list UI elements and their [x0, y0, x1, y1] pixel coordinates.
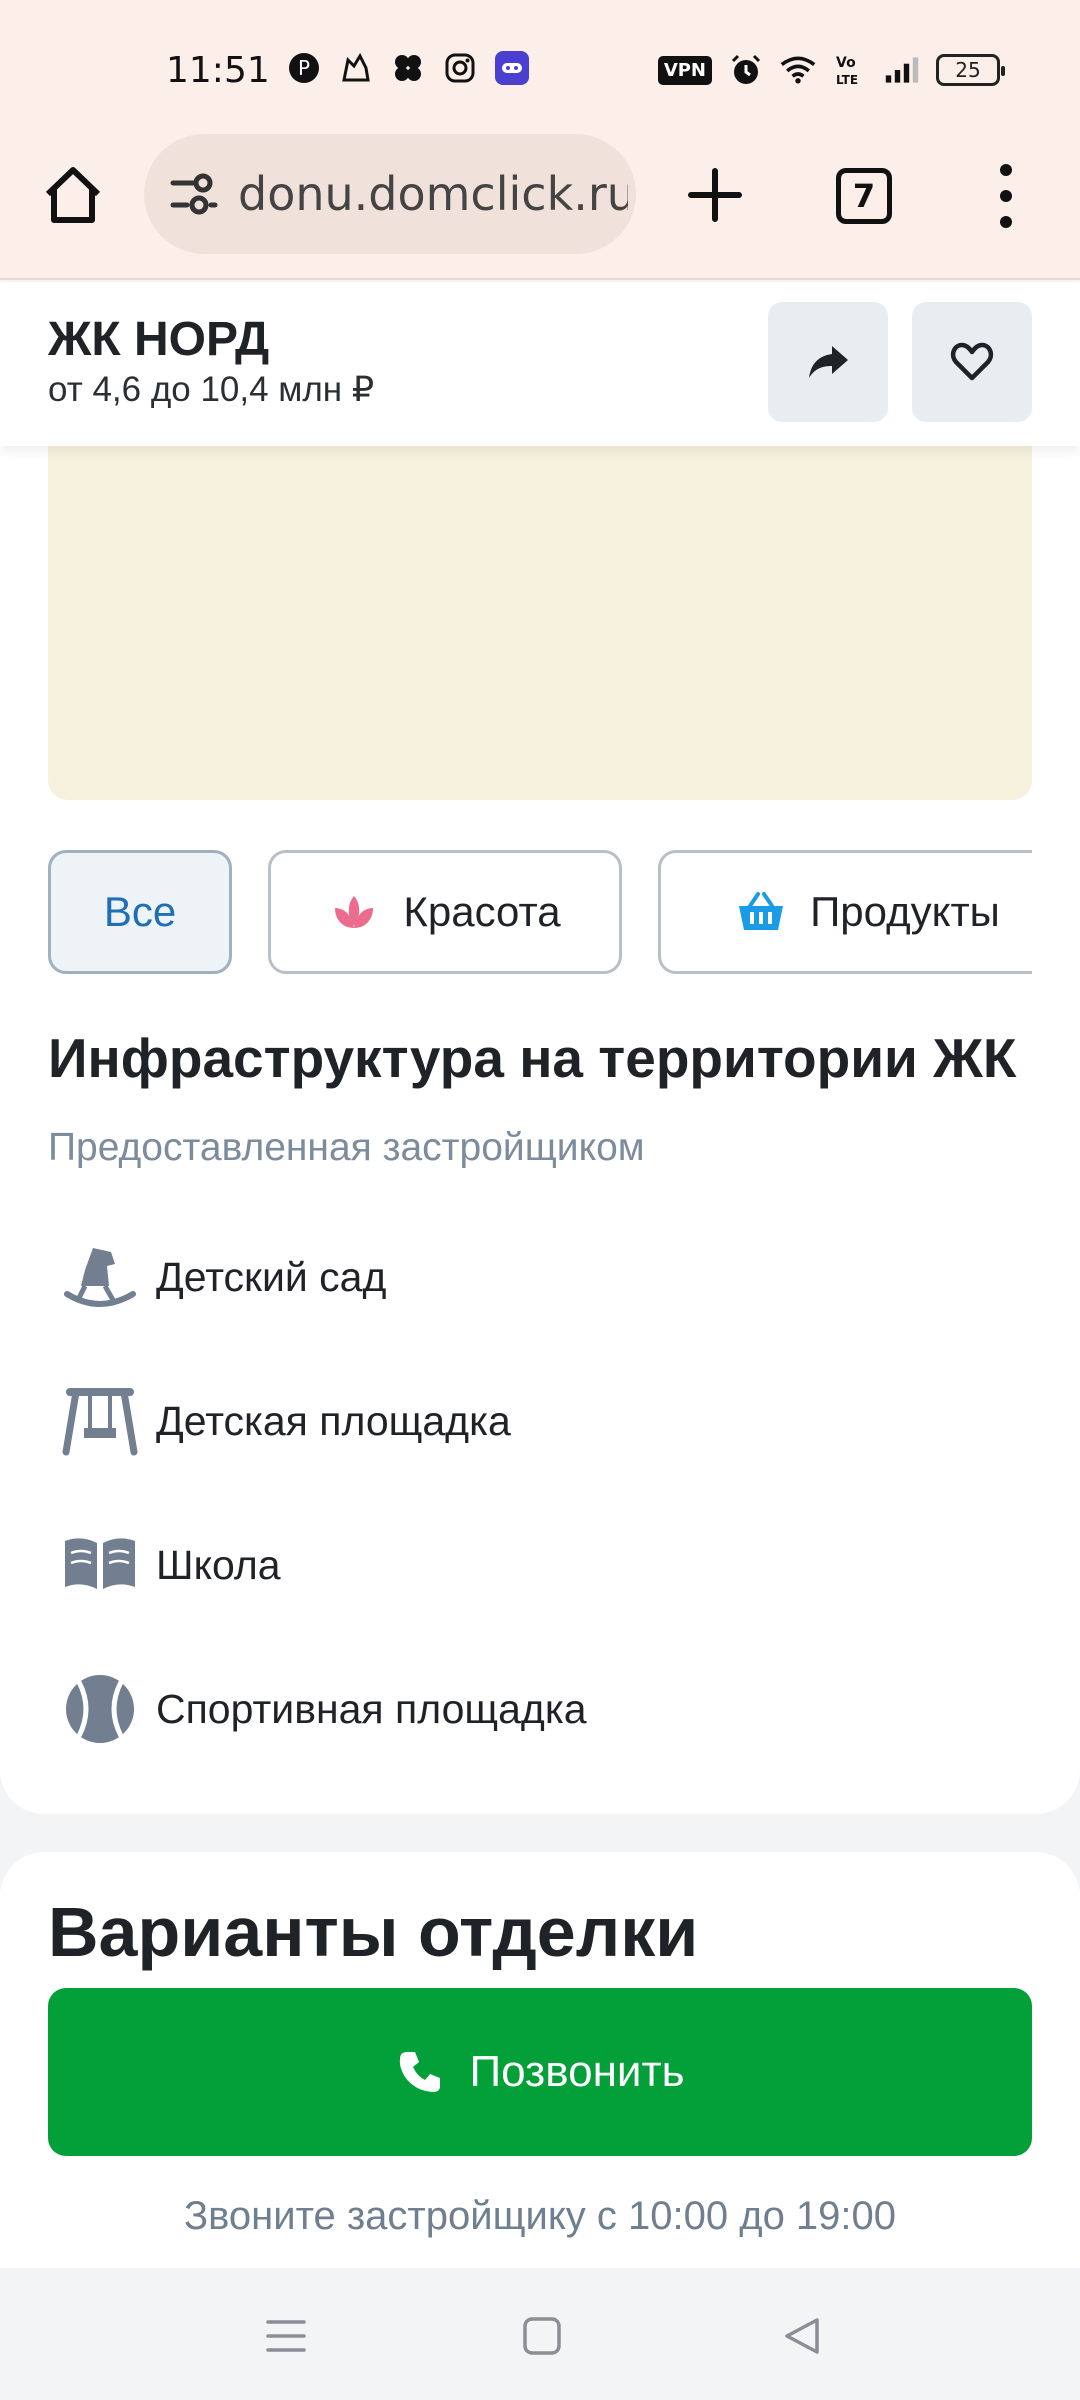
section-title: Инфраструктура на территории ЖК [48, 1027, 1017, 1089]
chip-beauty[interactable]: Красота [268, 850, 622, 974]
heart-icon [950, 342, 994, 381]
ball-icon [60, 1669, 140, 1749]
alarm-icon [728, 52, 764, 88]
wifi-icon [780, 52, 816, 88]
vpn-badge: VPN [657, 55, 712, 85]
chip-label: Все [103, 888, 177, 935]
back-nav-button[interactable] [774, 2308, 830, 2364]
instagram-icon [442, 50, 478, 86]
status-bar: 11:51 P VPN Vo LTE 25 [0, 0, 1080, 130]
chip-all[interactable]: Все [48, 850, 232, 974]
back-triangle-icon [785, 2318, 819, 2354]
rocking-horse-icon [60, 1237, 140, 1317]
cat-app-icon [338, 50, 374, 86]
menu-dot [1000, 190, 1012, 202]
share-icon [809, 346, 848, 378]
home-nav-button[interactable] [514, 2308, 570, 2364]
swing-icon [60, 1381, 140, 1461]
infra-item-label: Спортивная площадка [156, 1685, 587, 1732]
page-title: ЖК НОРД [48, 313, 270, 366]
chip-label: Продукты [810, 888, 1000, 935]
infra-item-sports: Спортивная площадка [60, 1664, 587, 1754]
map-view[interactable] [48, 446, 1032, 800]
home-icon [45, 167, 101, 223]
menu-dot [1000, 164, 1012, 176]
svg-text:P: P [298, 56, 310, 80]
flower-app-icon [390, 50, 426, 86]
svg-text:Vo: Vo [836, 55, 856, 71]
home-button[interactable] [38, 160, 108, 230]
finishing-card: Варианты отделки Позвонить Звоните застр… [0, 1852, 1080, 2268]
address-bar[interactable]: donu.domclick.ru [144, 134, 636, 254]
system-icons: VPN Vo LTE 25 [657, 52, 1005, 88]
site-settings-icon[interactable] [166, 166, 222, 222]
browser-toolbar: donu.domclick.ru 7 [0, 130, 1080, 280]
infrastructure-card: Все Красота Продукты Инфраструктура на т… [0, 446, 1080, 1814]
category-chips: Все Красота Продукты [48, 850, 1032, 976]
listing-header: ЖК НОРД от 4,6 до 10,4 млн ₽ [0, 282, 1080, 446]
finishing-title: Варианты отделки [48, 1893, 699, 1971]
section-subtitle: Предоставленная застройщиком [48, 1126, 645, 1169]
svg-text:LTE: LTE [836, 73, 858, 87]
status-time: 11:51 [166, 50, 270, 91]
tabs-switcher-button[interactable]: 7 [836, 168, 892, 224]
infra-item-school: Школа [60, 1520, 281, 1610]
new-tab-button[interactable] [680, 160, 750, 230]
price-range: от 4,6 до 10,4 млн ₽ [48, 370, 375, 409]
menu-dot [1000, 216, 1012, 228]
lotus-icon [329, 887, 379, 937]
favorite-button[interactable] [912, 302, 1032, 422]
volte-icon: Vo LTE [832, 52, 868, 88]
browser-menu-button[interactable] [986, 164, 1026, 228]
basket-icon [736, 887, 786, 937]
call-button-label: Позвонить [469, 2047, 685, 2096]
infra-item-label: Школа [156, 1541, 281, 1588]
system-nav-bar [0, 2268, 1080, 2400]
share-button[interactable] [768, 302, 888, 422]
pinterest-icon: P [286, 50, 322, 86]
plus-icon [688, 168, 742, 222]
recents-button[interactable] [258, 2308, 314, 2364]
infra-item-kindergarten: Детский сад [60, 1232, 386, 1322]
chip-label: Красота [403, 888, 561, 935]
battery-indicator: 25 [936, 54, 1005, 86]
notification-icons: P [286, 50, 530, 86]
url-text[interactable]: donu.domclick.ru [238, 167, 628, 221]
infra-item-label: Детская площадка [156, 1397, 511, 1444]
infra-item-playground: Детская площадка [60, 1376, 511, 1466]
call-button[interactable]: Позвонить [48, 1988, 1032, 2156]
square-icon [523, 2317, 561, 2355]
menu-lines-icon [266, 2320, 306, 2352]
signal-icon [884, 52, 920, 88]
chip-groceries[interactable]: Продукты [658, 850, 1032, 974]
infra-item-label: Детский сад [156, 1253, 387, 1300]
call-hours-note: Звоните застройщику с 10:00 до 19:00 [183, 2194, 897, 2238]
phone-icon [395, 2047, 445, 2097]
book-icon [60, 1525, 140, 1605]
game-app-icon [494, 50, 530, 86]
